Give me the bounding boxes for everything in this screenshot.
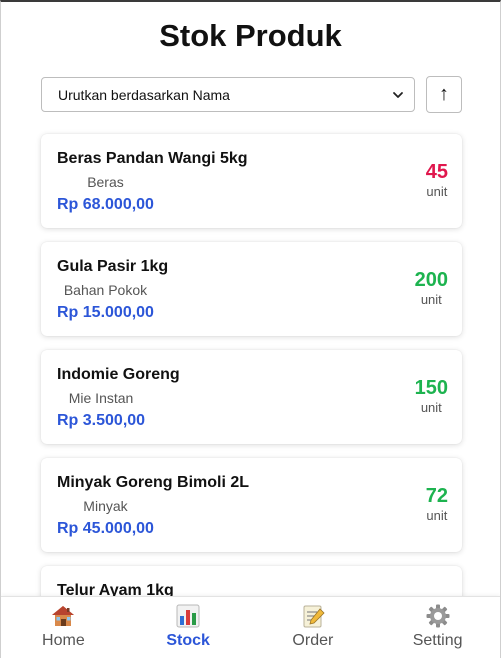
nav-item-home[interactable]: Home [1,597,126,658]
product-price: Rp 68.000,00 [57,196,154,213]
sort-order-button[interactable]: ↑ [426,76,462,113]
stock-quantity: 200 [414,269,448,291]
product-name: Gula Pasir 1kg [57,258,169,275]
app-screen: Stok Produk Urutkan berdasarkan Nama ↑ B… [0,0,501,658]
product-name: Minyak Goreng Bimoli 2L [57,474,250,491]
nav-label-stock: Stock [166,632,210,649]
product-card[interactable]: Minyak Goreng Bimoli 2L Minyak Rp 45.000… [41,458,462,552]
product-stock: 45 unit [426,160,448,199]
product-category: Bahan Pokok [63,282,148,298]
bottom-navigation: Home Stock Order Setting [1,596,500,658]
product-stock: 72 unit [426,484,448,523]
sort-select[interactable]: Urutkan berdasarkan Nama [41,77,415,112]
nav-label-home: Home [42,632,85,649]
stock-quantity: 150 [414,377,448,399]
sort-select-value: Urutkan berdasarkan Nama [58,86,230,103]
arrow-up-icon: ↑ [439,83,449,105]
nav-label-order: Order [292,632,334,649]
product-meta: Beras Rp 68.000,00 [57,174,154,214]
product-info: Gula Pasir 1kg Bahan Pokok Rp 15.000,00 [57,258,169,321]
stock-quantity: 45 [425,161,448,183]
product-stock: 200 unit [415,268,448,307]
stock-unit: unit [420,400,442,415]
product-meta: Minyak Rp 45.000,00 [57,498,154,538]
house-icon [52,606,75,626]
product-meta: Mie Instan Rp 3.500,00 [57,390,145,430]
stock-unit: unit [426,184,448,199]
product-name: Beras Pandan Wangi 5kg [57,150,248,167]
page-title: Stok Produk [159,18,342,53]
stock-quantity: 72 [425,485,448,507]
product-meta: Bahan Pokok Rp 15.000,00 [57,282,154,322]
memo-icon [303,605,325,628]
product-info: Indomie Goreng Mie Instan Rp 3.500,00 [57,366,180,429]
nav-item-stock[interactable]: Stock [126,597,251,658]
nav-item-order[interactable]: Order [251,597,376,658]
gear-icon [426,604,450,628]
product-category: Beras [87,174,124,190]
nav-item-setting[interactable]: Setting [375,597,500,658]
bar-chart-icon [176,604,200,628]
product-price: Rp 3.500,00 [57,412,146,429]
product-category: Mie Instan [68,390,134,406]
chevron-down-icon [393,91,403,98]
product-stock: 150 unit [415,376,448,415]
nav-label-setting: Setting [412,632,463,649]
product-price: Rp 15.000,00 [57,304,154,321]
product-category: Minyak [83,498,128,514]
stock-unit: unit [426,508,448,523]
product-name: Indomie Goreng [57,366,180,383]
product-card[interactable]: Beras Pandan Wangi 5kg Beras Rp 68.000,0… [41,134,462,228]
product-card[interactable]: Indomie Goreng Mie Instan Rp 3.500,00 15… [41,350,462,444]
product-price: Rp 45.000,00 [57,520,154,537]
product-info: Beras Pandan Wangi 5kg Beras Rp 68.000,0… [57,150,248,213]
stock-unit: unit [420,292,442,307]
product-info: Minyak Goreng Bimoli 2L Minyak Rp 45.000… [57,474,250,537]
sort-controls: Urutkan berdasarkan Nama ↑ [41,76,462,113]
product-card[interactable]: Gula Pasir 1kg Bahan Pokok Rp 15.000,00 … [41,242,462,336]
